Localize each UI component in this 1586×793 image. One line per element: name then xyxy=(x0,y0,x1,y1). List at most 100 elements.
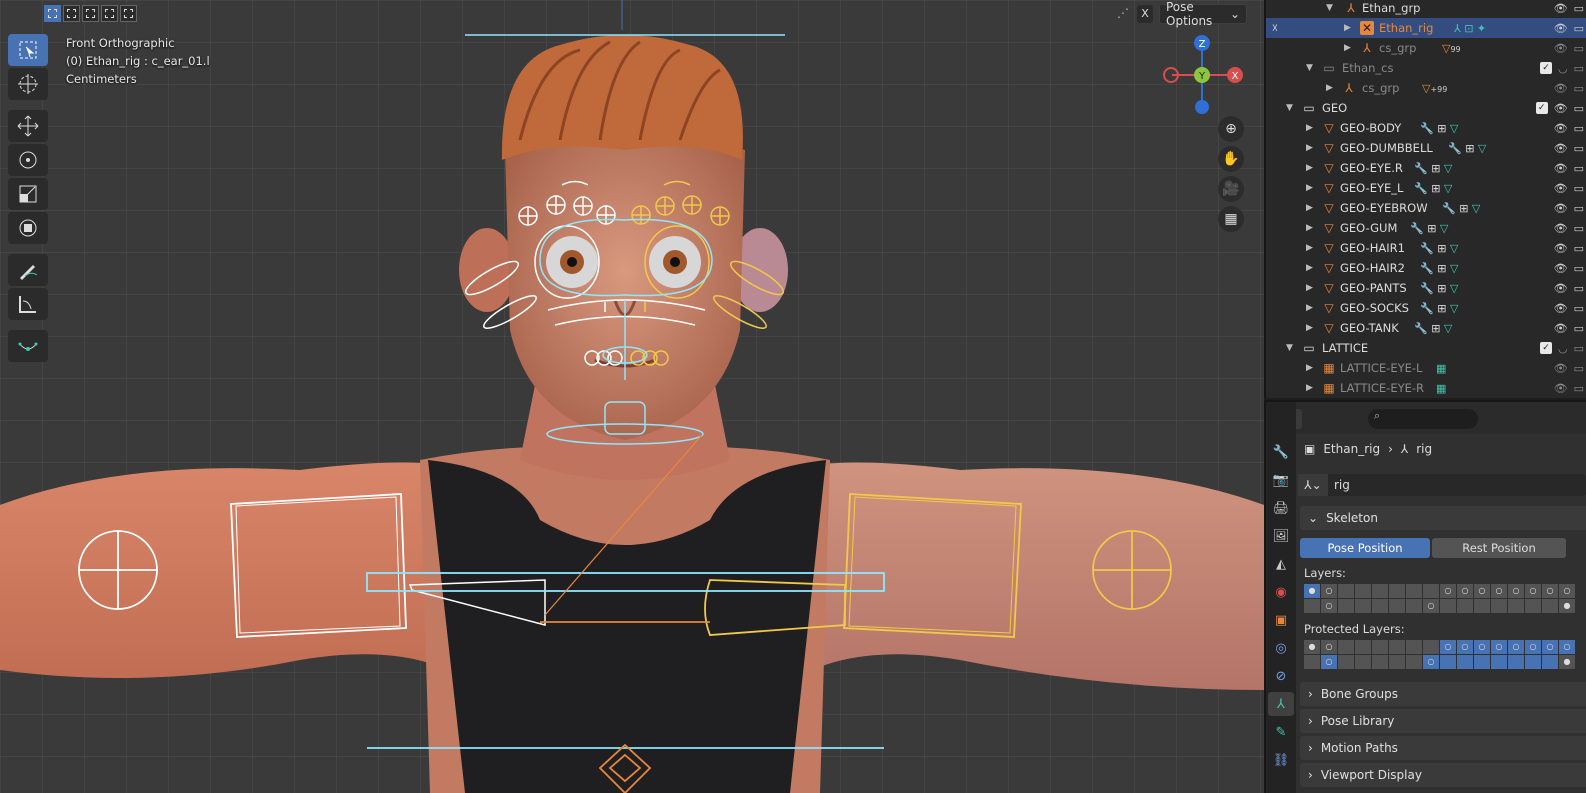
outliner-row[interactable]: ▶ ▽ GEO-BODY 🔧 ⊞ ▽ 👁 ▭ xyxy=(1266,118,1586,138)
modifier-icons: 🔧 ⊞ ▽ xyxy=(1448,141,1487,155)
protected-layers-grid-right[interactable]: ○ ○ ○ ○ ○ ○ ○ ○ ● xyxy=(1440,640,1575,669)
outliner-row[interactable]: ▶ ▽ GEO-EYEBROW 🔧 ⊞ ▽ 👁 ▭ xyxy=(1266,198,1586,218)
motion-paths-panel-header[interactable]: › Motion Paths xyxy=(1300,736,1586,760)
pose-options-dropdown[interactable]: Pose Options ⌄ xyxy=(1159,0,1247,28)
outliner-row-selected[interactable]: ☓ ▶ ✕ Ethan_rig ⅄ ⊡ ✦ 👁 ▭ xyxy=(1266,18,1586,38)
modifier-icons: 🔧 ⊞ ▽ xyxy=(1420,301,1459,315)
rest-position-button[interactable]: Rest Position xyxy=(1432,538,1566,558)
pan-hand-icon[interactable]: ✋ xyxy=(1218,146,1244,172)
pose-options-label: Pose Options xyxy=(1166,0,1213,28)
skeleton-panel-header[interactable]: ⌄ Skeleton xyxy=(1300,506,1586,530)
measure-tool-icon[interactable] xyxy=(8,288,48,320)
monitor-icon: ▭ xyxy=(1573,281,1584,295)
properties-search-input[interactable]: ⌕ xyxy=(1368,409,1478,429)
scene-tab-icon[interactable]: ◭ xyxy=(1268,552,1294,576)
navigation-gizmo[interactable]: Z X Y xyxy=(1162,32,1248,118)
armature-data-icon[interactable]: ⅄⌄ xyxy=(1298,474,1328,496)
pose-position-button[interactable]: Pose Position xyxy=(1300,538,1430,558)
tool-tab-icon[interactable]: 🔧 xyxy=(1268,440,1294,464)
select-intersect-icon[interactable] xyxy=(120,5,137,22)
outliner-row[interactable]: ▶ ▽ GEO-DUMBBELL 🔧 ⊞ ▽ 👁 ▭ xyxy=(1266,138,1586,158)
mesh-icon: ▽ xyxy=(1324,121,1334,135)
gizmo-neg-z-axis xyxy=(1195,100,1209,114)
outliner-row[interactable]: ▶ ▦ LATTICE-EYE-R ▦ 👁 ▭ xyxy=(1266,378,1586,398)
layers-grid-left[interactable]: ● ○ ○ ○ xyxy=(1304,584,1439,613)
monitor-icon: ▭ xyxy=(1573,301,1584,315)
snap-icon[interactable]: ⋰ xyxy=(1117,6,1133,22)
outliner[interactable]: ▼ ⅄ Ethan_grp 👁 ▭ ☓ ▶ ✕ Ethan_rig ⅄ ⊡ ✦ 👁… xyxy=(1264,0,1586,398)
rotate-tool-icon[interactable] xyxy=(8,144,48,176)
relax-tool-icon[interactable] xyxy=(8,330,48,362)
modifier-icons: 🔧 ⊞ ▽ xyxy=(1442,201,1481,215)
skeleton-label: Skeleton xyxy=(1326,511,1378,525)
render-tab-icon[interactable]: 📷 xyxy=(1268,468,1294,492)
armature-data-tab-icon[interactable]: ⅄ xyxy=(1268,692,1294,716)
pose-library-label: Pose Library xyxy=(1320,714,1395,728)
outliner-row[interactable]: ▶ ⅄ cs_grp ▽99 👁 ▭ xyxy=(1266,38,1586,58)
selection-mode-group xyxy=(44,5,137,22)
3d-viewport[interactable]: Front Orthographic (0) Ethan_rig : c_ear… xyxy=(0,0,1264,793)
object-tab-icon[interactable]: ▣ xyxy=(1268,608,1294,632)
transform-tool-icon[interactable] xyxy=(8,212,48,244)
zoom-icon[interactable]: ⊕ xyxy=(1218,116,1244,142)
properties-editor[interactable]: ⚙⌄ ⌕ 🔧 📷 🖨 🖼 ◭ ◉ ▣ ◎ ⊘ ⅄ ✎ ⛓ ▣ Ethan_rig… xyxy=(1264,400,1586,793)
select-invert-icon[interactable] xyxy=(101,5,118,22)
outliner-row[interactable]: ▶ ▽ GEO-HAIR2 🔧 ⊞ ▽ 👁 ▭ xyxy=(1266,258,1586,278)
modifier-tab-icon[interactable]: ◎ xyxy=(1268,636,1294,660)
bone-groups-label: Bone Groups xyxy=(1320,687,1398,701)
monitor-icon: ▭ xyxy=(1573,261,1584,275)
motion-paths-label: Motion Paths xyxy=(1320,741,1398,755)
select-extend-icon[interactable] xyxy=(63,5,80,22)
protected-layers-grid-left[interactable]: ● ○ ○ ○ xyxy=(1304,640,1439,669)
outliner-row[interactable]: ▶ ▽ GEO-GUM 🔧 ⊞ ▽ 👁 ▭ xyxy=(1266,218,1586,238)
data-name-field[interactable]: ⅄⌄ rig xyxy=(1298,474,1586,496)
collection-icon: ▭ xyxy=(1303,341,1315,355)
select-new-icon[interactable] xyxy=(44,5,61,22)
properties-header: ⚙⌄ ⌕ xyxy=(1266,402,1586,434)
mesh-icon: ▽ xyxy=(1324,281,1334,295)
scale-tool-icon[interactable] xyxy=(8,178,48,210)
bone-constraint-tab-icon[interactable]: ⛓ xyxy=(1268,748,1294,772)
outliner-row[interactable]: ▶ ▽ GEO-HAIR1 🔧 ⊞ ▽ 👁 ▭ xyxy=(1266,238,1586,258)
outliner-row[interactable]: ▼ ⅄ Ethan_grp 👁 ▭ xyxy=(1266,0,1586,18)
monitor-icon: ▭ xyxy=(1573,381,1584,395)
outliner-row[interactable]: ▼ ▭ Ethan_cs ✓ ◡ ▭ xyxy=(1266,58,1586,78)
bone-groups-panel-header[interactable]: › Bone Groups xyxy=(1300,682,1586,706)
camera-view-icon[interactable]: 🎥 xyxy=(1218,176,1244,202)
gizmo-x-label: X xyxy=(1232,71,1239,82)
select-box-tool-icon[interactable] xyxy=(8,34,48,66)
outliner-row[interactable]: ▶ ▦ LATTICE-EYE-L ▦ 👁 ▭ xyxy=(1266,358,1586,378)
output-tab-icon[interactable]: 🖨 xyxy=(1268,496,1294,520)
right-arm xyxy=(780,462,1264,690)
viewport-display-panel-header[interactable]: › Viewport Display xyxy=(1300,763,1586,787)
monitor-icon: ▭ xyxy=(1573,161,1584,175)
outliner-row[interactable]: ▶ ▽ GEO-TANK 🔧 ⊞ ▽ 👁 ▭ xyxy=(1266,318,1586,338)
outliner-row[interactable]: ▶ ▽ GEO-SOCKS 🔧 ⊞ ▽ 👁 ▭ xyxy=(1266,298,1586,318)
constraint-tab-icon[interactable]: ⊘ xyxy=(1268,664,1294,688)
lattice-data-icon: ▦ xyxy=(1436,361,1447,375)
outliner-row[interactable]: ▼ ▭ LATTICE ✓ ◡ ▭ xyxy=(1266,338,1586,358)
world-tab-icon[interactable]: ◉ xyxy=(1268,580,1294,604)
mesh-icon: ▽ xyxy=(1324,241,1334,255)
lattice-icon: ▦ xyxy=(1323,361,1335,375)
outliner-row[interactable]: ▶ ▽ GEO-PANTS 🔧 ⊞ ▽ 👁 ▭ xyxy=(1266,278,1586,298)
checkbox-icon: ✓ xyxy=(1539,62,1552,74)
monitor-icon: ▭ xyxy=(1573,81,1584,95)
grid-ortho-icon[interactable]: ▦ xyxy=(1218,206,1244,232)
pose-library-panel-header[interactable]: › Pose Library xyxy=(1300,709,1586,733)
cursor-tool-icon[interactable] xyxy=(8,68,48,100)
layers-grid-right[interactable]: ○ ○ ○ ○ ○ ○ ○ ○ ● xyxy=(1440,584,1575,613)
outliner-row[interactable]: ▶ ⅄ cs_grp ▽+99 👁 ▭ xyxy=(1266,78,1586,98)
outliner-row[interactable]: ▶ ▽ GEO-EYE_L 🔧 ⊞ ▽ 👁 ▭ xyxy=(1266,178,1586,198)
view-layer-tab-icon[interactable]: 🖼 xyxy=(1268,524,1294,548)
annotate-tool-icon[interactable] xyxy=(8,254,48,286)
viewport-display-label: Viewport Display xyxy=(1320,768,1422,782)
bone-tab-icon[interactable]: ✎ xyxy=(1268,720,1294,744)
outliner-row[interactable]: ▼ ▭ GEO ✓ 👁 ▭ xyxy=(1266,98,1586,118)
x-mirror-button[interactable]: X xyxy=(1137,5,1153,23)
move-tool-icon[interactable] xyxy=(8,110,48,142)
data-name-value: rig xyxy=(1334,478,1350,492)
eye-icon: 👁 xyxy=(1553,361,1568,375)
select-subtract-icon[interactable] xyxy=(82,5,99,22)
outliner-row[interactable]: ▶ ▽ GEO-EYE.R 🔧 ⊞ ▽ 👁 ▭ xyxy=(1266,158,1586,178)
